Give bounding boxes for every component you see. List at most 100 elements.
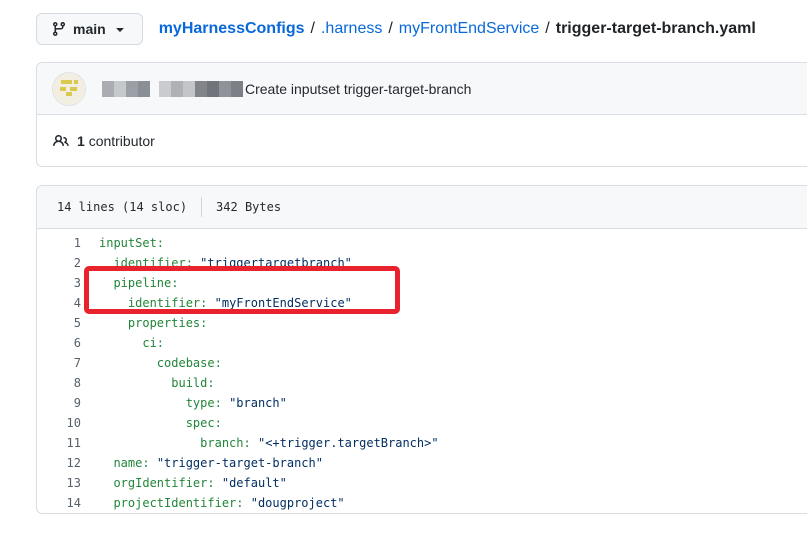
yaml-string-value: "trigger-target-branch" [157,456,323,470]
code-line: 11 branch: "<+trigger.targetBranch>" [37,433,807,453]
file-size: 342 Bytes [216,200,281,214]
code-line-content: identifier: "myFrontEndService" [99,293,352,313]
code-line-content: codebase: [99,353,222,373]
redacted-block [138,81,150,97]
yaml-key: pipeline: [113,276,178,290]
line-number[interactable]: 1 [37,233,81,253]
line-number[interactable]: 2 [37,253,81,273]
line-number[interactable]: 14 [37,493,81,513]
code-line-content: branch: "<+trigger.targetBranch>" [99,433,439,453]
code-line-content: type: "branch" [99,393,287,413]
contributors-link[interactable]: 1 contributor [53,133,155,149]
yaml-string-value: "<+trigger.targetBranch>" [258,436,439,450]
yaml-string-value: "default" [222,476,287,490]
breadcrumb-dir-link-service[interactable]: myFrontEndService [399,20,540,38]
yaml-string-value: "triggertargetbranch" [200,256,352,270]
yaml-key: build: [171,376,214,390]
yaml-key: identifier: [128,296,207,310]
code-line-content: spec: [99,413,222,433]
line-number[interactable]: 12 [37,453,81,473]
meta-divider [201,197,202,217]
line-number[interactable]: 7 [37,353,81,373]
line-number[interactable]: 6 [37,333,81,353]
breadcrumb-dir-link-harness[interactable]: .harness [321,20,382,38]
file-lines-info: 14 lines (14 sloc) [57,200,187,214]
code-line: 3 pipeline: [37,273,807,293]
commit-author-redacted [102,81,243,97]
redacted-block [207,81,219,97]
code-line-content: orgIdentifier: "default" [99,473,287,493]
line-number[interactable]: 10 [37,413,81,433]
contributors-label: 1 contributor [77,133,155,149]
code-line: 9 type: "branch" [37,393,807,413]
redacted-block [159,81,171,97]
yaml-key: spec: [186,416,222,430]
yaml-string-value: "dougproject" [251,496,345,510]
line-number[interactable]: 3 [37,273,81,293]
code-line: 10 spec: [37,413,807,433]
line-number[interactable]: 8 [37,373,81,393]
code-view: 1 inputSet: 2 identifier: "triggertargetbr… [37,229,807,519]
breadcrumb-separator: / [305,20,321,38]
file-meta-header: 14 lines (14 sloc) 342 Bytes [37,186,807,229]
line-number[interactable]: 11 [37,433,81,453]
people-icon [53,133,69,149]
code-line-content: name: "trigger-target-branch" [99,453,323,473]
yaml-key: orgIdentifier: [113,476,214,490]
redacted-gap [150,81,159,97]
code-line-content: projectIdentifier: "dougproject" [99,493,345,513]
breadcrumb-separator: / [539,20,555,38]
code-line: 13 orgIdentifier: "default" [37,473,807,493]
code-line-content: ci: [99,333,164,353]
commit-header: Create inputset trigger-target-branch [37,63,807,115]
yaml-string-value: "myFrontEndService" [215,296,352,310]
redacted-block [231,81,243,97]
code-line-content: properties: [99,313,207,333]
yaml-key: projectIdentifier: [113,496,243,510]
breadcrumb-separator: / [382,20,398,38]
line-number[interactable]: 13 [37,473,81,493]
redacted-block [183,81,195,97]
line-number[interactable]: 4 [37,293,81,313]
yaml-key: identifier: [113,256,192,270]
branch-selector-button[interactable]: main [36,13,143,45]
commit-contributors-row: 1 contributor [37,115,807,166]
breadcrumb-current-file: trigger-target-branch.yaml [556,20,756,38]
yaml-key: properties: [128,316,207,330]
code-line: 12 name: "trigger-target-branch" [37,453,807,473]
redacted-block [171,81,183,97]
line-number[interactable]: 9 [37,393,81,413]
file-header-bar: main myHarnessConfigs/.harness/myFrontEn… [36,13,807,45]
code-line: 1 inputSet: [37,233,807,253]
yaml-key: name: [113,456,149,470]
yaml-key: codebase: [157,356,222,370]
breadcrumb: myHarnessConfigs/.harness/myFrontEndServ… [159,20,756,38]
file-content-box: 14 lines (14 sloc) 342 Bytes 1 inputSet: 2… [36,185,807,514]
redacted-block [114,81,126,97]
redacted-block [126,81,138,97]
yaml-key: inputSet: [99,236,164,250]
code-line: 4 identifier: "myFrontEndService" [37,293,807,313]
line-number[interactable]: 5 [37,313,81,333]
yaml-key: branch: [200,436,251,450]
avatar[interactable] [53,73,85,105]
commit-message-link[interactable]: Create inputset trigger-target-branch [245,81,471,97]
yaml-key: ci: [142,336,164,350]
code-line: 14 projectIdentifier: "dougproject" [37,493,807,513]
yaml-key: type: [186,396,222,410]
code-line: 7 codebase: [37,353,807,373]
code-line-content: build: [99,373,215,393]
git-branch-icon [51,21,67,37]
redacted-block [195,81,207,97]
chevron-down-icon [112,21,128,37]
yaml-string-value: "branch" [229,396,287,410]
branch-name-label: main [73,21,106,37]
code-line: 2 identifier: "triggertargetbranch" [37,253,807,273]
code-line-content: identifier: "triggertargetbranch" [99,253,352,273]
code-line: 6 ci: [37,333,807,353]
code-line: 5 properties: [37,313,807,333]
redacted-block [219,81,231,97]
code-line: 8 build: [37,373,807,393]
breadcrumb-repo-link[interactable]: myHarnessConfigs [159,20,305,38]
latest-commit-box: Create inputset trigger-target-branch 1 … [36,62,807,167]
